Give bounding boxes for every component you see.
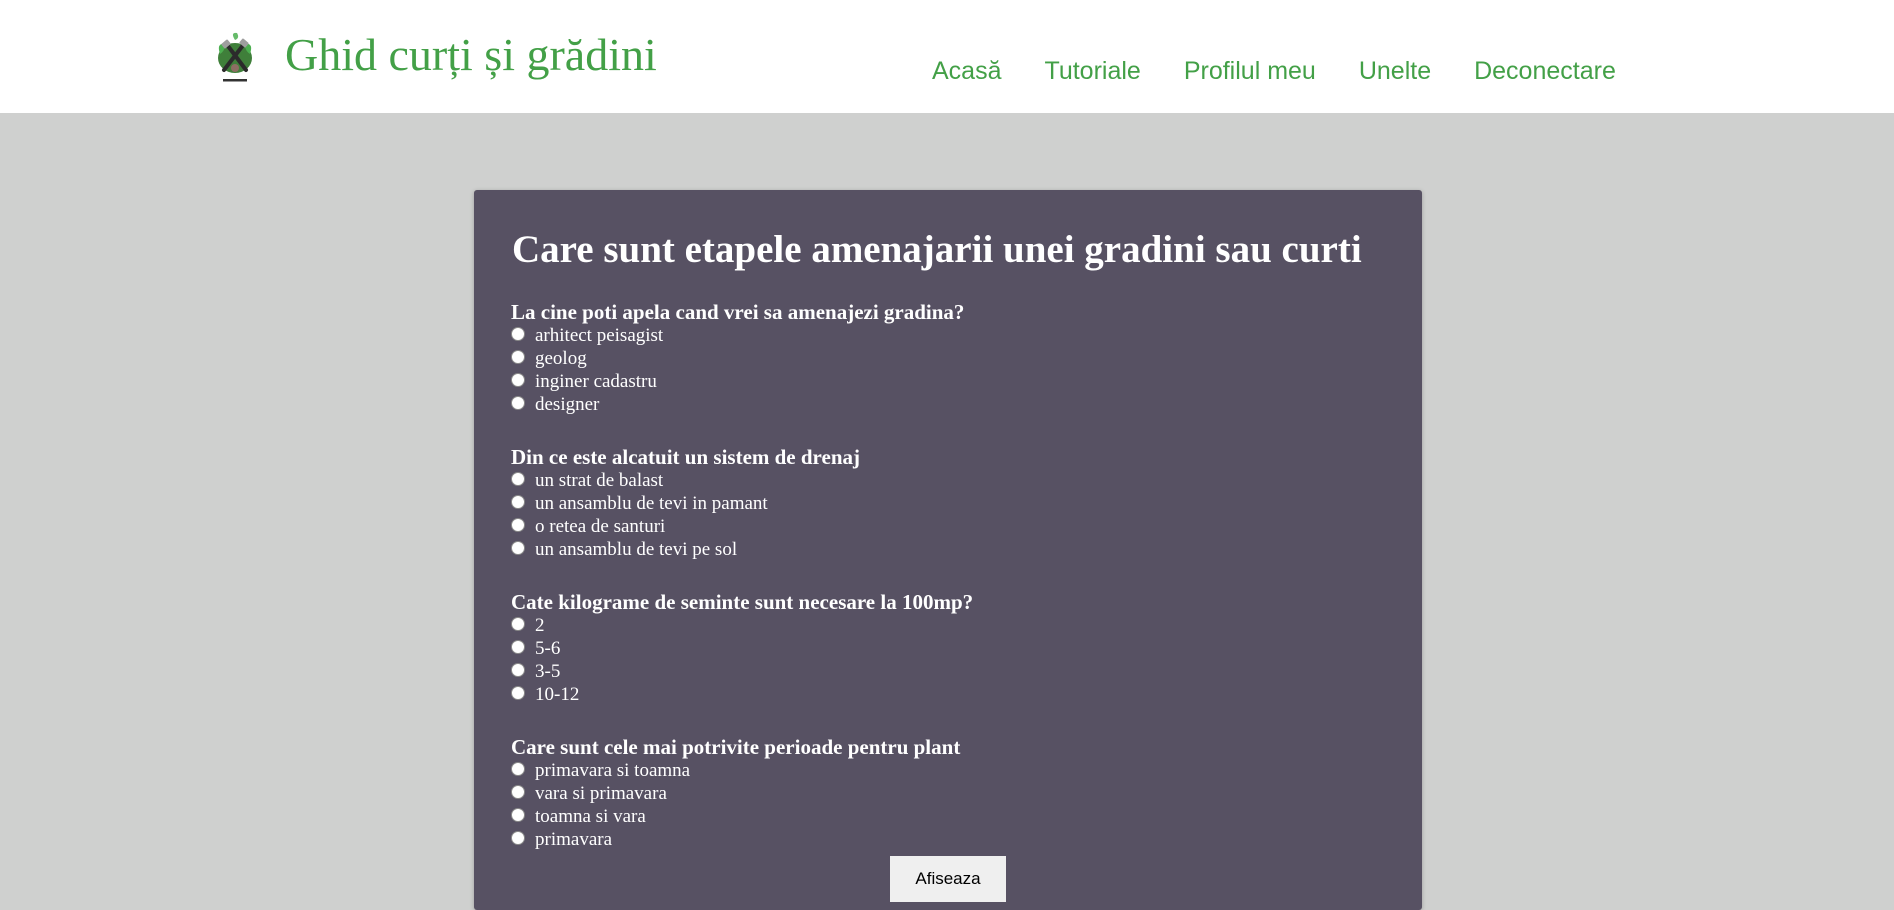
answer-label: designer xyxy=(535,393,600,415)
site-title[interactable]: Ghid curți și grădini xyxy=(285,29,657,81)
radio-button[interactable] xyxy=(511,494,525,509)
answer-option[interactable]: 3-5 xyxy=(511,660,973,683)
answer-option[interactable]: un ansamblu de tevi in pamant xyxy=(511,492,860,515)
question-text: Din ce este alcatuit un sistem de drenaj xyxy=(511,445,860,469)
nav-profile-link[interactable]: Profilul meu xyxy=(1184,57,1316,86)
radio-button[interactable] xyxy=(511,662,525,677)
radio-button[interactable] xyxy=(511,616,525,631)
quiz-title: Care sunt etapele amenajarii unei gradin… xyxy=(512,228,1362,271)
quiz-card: Care sunt etapele amenajarii unei gradin… xyxy=(474,190,1422,910)
radio-button[interactable] xyxy=(511,540,525,555)
answer-label: primavara si toamna xyxy=(535,759,691,781)
answer-label: toamna si vara xyxy=(535,805,646,827)
answer-option[interactable]: primavara xyxy=(511,828,960,851)
radio-button[interactable] xyxy=(511,685,525,700)
answer-option[interactable]: designer xyxy=(511,393,964,416)
radio-button[interactable] xyxy=(511,639,525,654)
answer-label: vara si primavara xyxy=(535,782,667,804)
answer-option[interactable]: 2 xyxy=(511,614,973,637)
answer-option[interactable]: o retea de santuri xyxy=(511,515,860,538)
answer-option[interactable]: 10-12 xyxy=(511,683,973,706)
radio-button[interactable] xyxy=(511,830,525,845)
answer-option[interactable]: vara si primavara xyxy=(511,782,960,805)
radio-button[interactable] xyxy=(511,517,525,532)
answer-label: un ansamblu de tevi pe sol xyxy=(535,538,738,560)
nav-logout-link[interactable]: Deconectare xyxy=(1474,57,1616,86)
answer-label: geolog xyxy=(535,347,587,369)
question-2: Din ce este alcatuit un sistem de drenaj… xyxy=(511,445,860,561)
radio-button[interactable] xyxy=(511,761,525,776)
answer-label: o retea de santuri xyxy=(535,515,666,537)
radio-button[interactable] xyxy=(511,372,525,387)
answer-label: 3-5 xyxy=(535,660,561,682)
answer-option[interactable]: un ansamblu de tevi pe sol xyxy=(511,538,860,561)
answer-label: un strat de balast xyxy=(535,469,664,491)
answer-label: un ansamblu de tevi in pamant xyxy=(535,492,768,514)
radio-button[interactable] xyxy=(511,471,525,486)
answer-option[interactable]: inginer cadastru xyxy=(511,370,964,393)
question-3: Cate kilograme de seminte sunt necesare … xyxy=(511,590,973,706)
answer-option[interactable]: arhitect peisagist xyxy=(511,324,964,347)
answer-label: primavara xyxy=(535,828,613,850)
answer-option[interactable]: primavara si toamna xyxy=(511,759,960,782)
gardening-tools-logo-icon[interactable] xyxy=(210,30,260,86)
answer-label: inginer cadastru xyxy=(535,370,657,392)
question-text: La cine poti apela cand vrei sa amenajez… xyxy=(511,300,965,324)
question-text: Cate kilograme de seminte sunt necesare … xyxy=(511,590,974,614)
nav-tools-link[interactable]: Unelte xyxy=(1359,57,1431,86)
nav-tutorials-link[interactable]: Tutoriale xyxy=(1044,57,1140,86)
question-1: La cine poti apela cand vrei sa amenajez… xyxy=(511,300,964,416)
answer-option[interactable]: geolog xyxy=(511,347,964,370)
main-nav: Acasă Tutoriale Profilul meu Unelte Deco… xyxy=(932,57,1659,86)
answer-label: 10-12 xyxy=(535,683,580,705)
answer-label: 2 xyxy=(535,614,545,636)
radio-button[interactable] xyxy=(511,395,525,410)
answer-option[interactable]: un strat de balast xyxy=(511,469,860,492)
answer-label: arhitect peisagist xyxy=(535,324,664,346)
radio-button[interactable] xyxy=(511,807,525,822)
answer-option[interactable]: toamna si vara xyxy=(511,805,960,828)
answer-option[interactable]: 5-6 xyxy=(511,637,973,660)
answer-label: 5-6 xyxy=(535,637,561,659)
radio-button[interactable] xyxy=(511,326,525,341)
radio-button[interactable] xyxy=(511,349,525,364)
site-header: Ghid curți și grădini Acasă Tutoriale Pr… xyxy=(0,0,1894,113)
radio-button[interactable] xyxy=(511,784,525,799)
nav-home-link[interactable]: Acasă xyxy=(932,57,1001,86)
question-4: Care sunt cele mai potrivite perioade pe… xyxy=(511,735,960,851)
show-results-button[interactable]: Afiseaza xyxy=(890,856,1006,902)
question-text: Care sunt cele mai potrivite perioade pe… xyxy=(511,735,961,759)
